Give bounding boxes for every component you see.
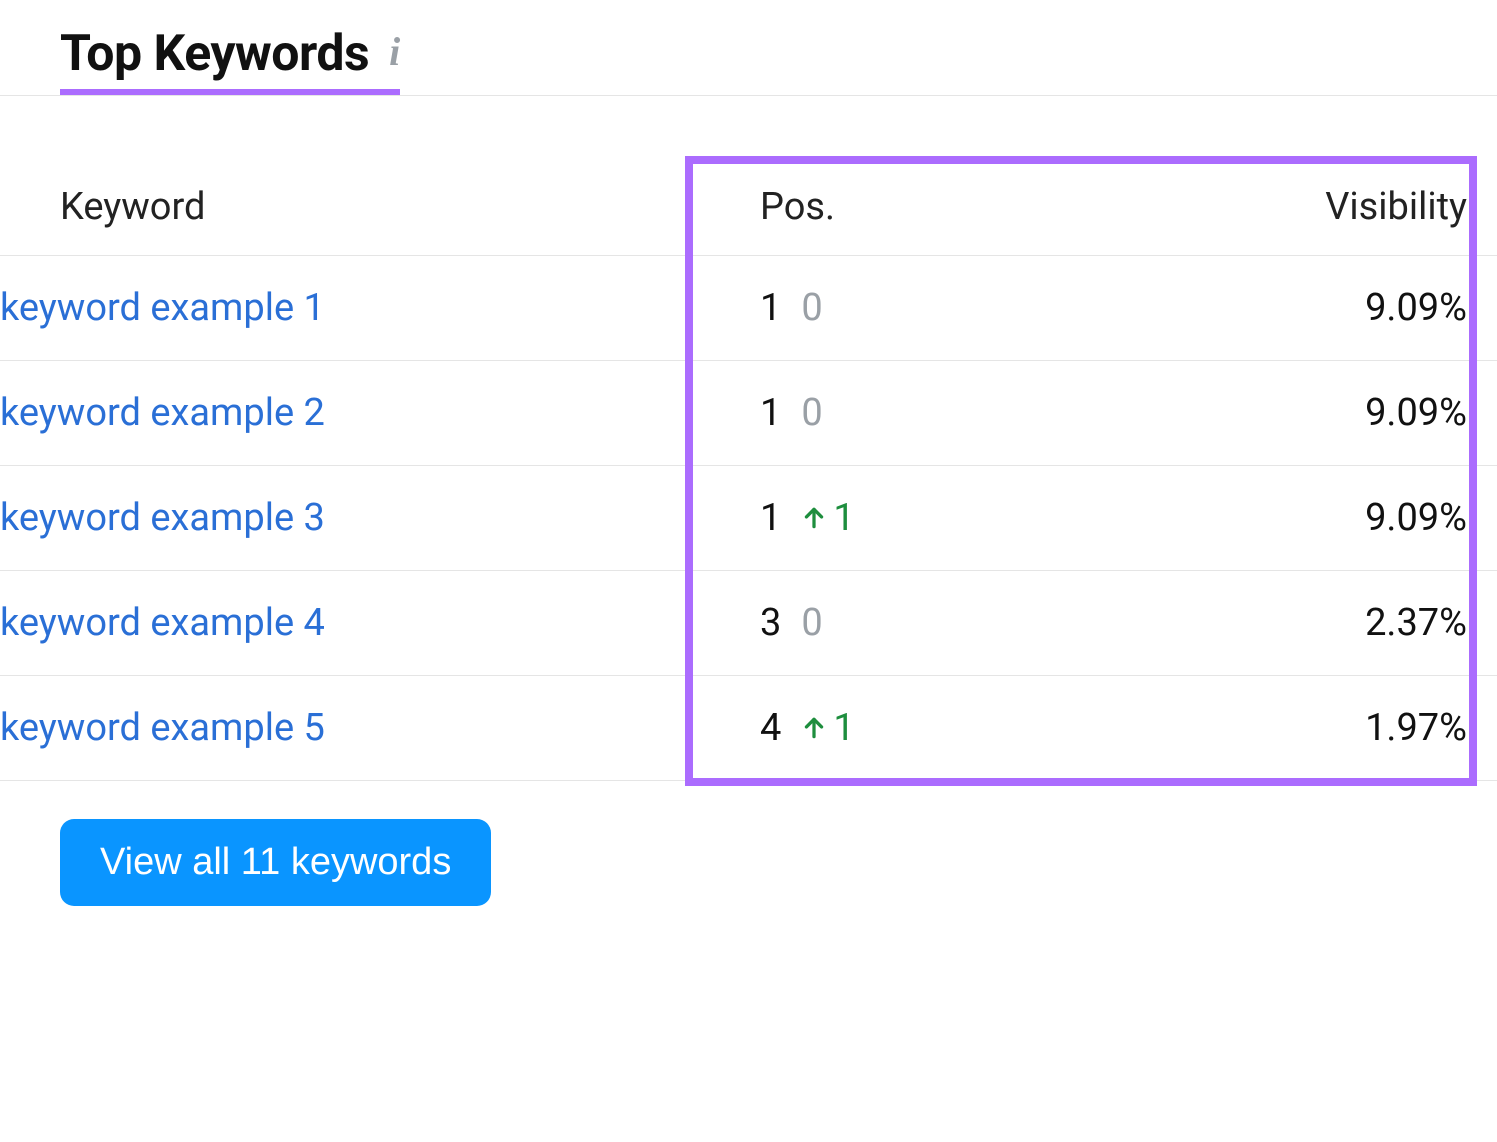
arrow-up-icon: 1 [801, 706, 856, 750]
table-row: keyword example 2 10 9.09% [0, 361, 1497, 466]
visibility-value: 1.97% [1365, 706, 1467, 750]
visibility-value: 9.09% [1365, 496, 1467, 540]
position-cell: 10 [720, 361, 1064, 466]
position-value: 1 [760, 286, 783, 330]
keywords-table: Keyword Pos. Visibility keyword example … [0, 161, 1497, 781]
position-value: 1 [760, 391, 783, 435]
table-row: keyword example 4 30 2.37% [0, 571, 1497, 676]
visibility-cell: 9.09% [1064, 361, 1497, 466]
table-row: keyword example 1 10 9.09% [0, 256, 1497, 361]
visibility-cell: 9.09% [1064, 256, 1497, 361]
table-header-row: Keyword Pos. Visibility [0, 161, 1497, 256]
visibility-value: 2.37% [1365, 601, 1467, 645]
position-value: 1 [760, 496, 783, 540]
visibility-value: 9.09% [1365, 286, 1467, 330]
info-icon[interactable]: i [389, 32, 400, 76]
col-keyword: Keyword [0, 161, 720, 256]
visibility-value: 9.09% [1365, 391, 1467, 435]
col-position: Pos. [720, 161, 1064, 256]
position-cell: 11 [720, 466, 1064, 571]
position-cell: 41 [720, 676, 1064, 781]
position-cell: 30 [720, 571, 1064, 676]
position-delta-zero: 0 [801, 286, 824, 330]
widget-header: Top Keywords i [0, 25, 1497, 96]
position-value: 3 [760, 601, 783, 645]
keyword-link[interactable]: keyword example 4 [0, 601, 325, 645]
position-cell: 10 [720, 256, 1064, 361]
keyword-link[interactable]: keyword example 3 [0, 496, 325, 540]
keyword-link[interactable]: keyword example 5 [0, 706, 325, 750]
table-row: keyword example 3 11 9.09% [0, 466, 1497, 571]
table-row: keyword example 5 41 1.97% [0, 676, 1497, 781]
view-all-button[interactable]: View all 11 keywords [60, 819, 491, 906]
keyword-link[interactable]: keyword example 1 [0, 286, 325, 330]
arrow-up-icon: 1 [801, 496, 856, 540]
position-delta-zero: 0 [801, 391, 824, 435]
keyword-link[interactable]: keyword example 2 [0, 391, 325, 435]
visibility-cell: 9.09% [1064, 466, 1497, 571]
col-visibility: Visibility [1064, 161, 1497, 256]
position-delta-zero: 0 [801, 601, 824, 645]
visibility-cell: 2.37% [1064, 571, 1497, 676]
widget-title: Top Keywords [60, 25, 369, 83]
position-value: 4 [760, 706, 783, 750]
visibility-cell: 1.97% [1064, 676, 1497, 781]
